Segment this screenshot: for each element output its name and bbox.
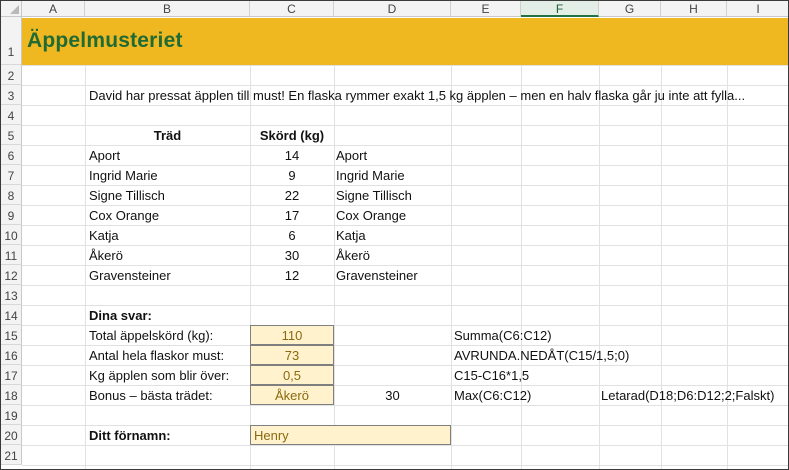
gridline bbox=[22, 65, 788, 66]
bottles-label[interactable]: Antal hela flaskor must: bbox=[89, 346, 224, 366]
tree-lookup-cell[interactable]: Ingrid Marie bbox=[336, 166, 405, 186]
column-header-c[interactable]: C bbox=[250, 1, 334, 17]
sheet-title[interactable]: Äppelmusteriet bbox=[27, 29, 183, 53]
tree-name-cell[interactable]: Åkerö bbox=[89, 246, 123, 266]
tree-yield-cell[interactable]: 12 bbox=[250, 266, 334, 286]
row-header-4[interactable]: 4 bbox=[1, 105, 22, 125]
first-name-label[interactable]: Ditt förnamn: bbox=[89, 426, 171, 446]
row-header-14[interactable]: 14 bbox=[1, 305, 22, 325]
leftover-formula-note[interactable]: C15-C16*1,5 bbox=[454, 366, 529, 386]
row-header-11[interactable]: 11 bbox=[1, 245, 22, 265]
row-header-6[interactable]: 6 bbox=[1, 145, 22, 165]
tree-name-cell[interactable]: Signe Tillisch bbox=[89, 186, 165, 206]
column-header-f[interactable]: F bbox=[521, 1, 599, 17]
row-header-15[interactable]: 15 bbox=[1, 325, 22, 345]
row-header-18[interactable]: 18 bbox=[1, 385, 22, 405]
row-header-8[interactable]: 8 bbox=[1, 185, 22, 205]
row-header-21[interactable]: 21 bbox=[1, 445, 22, 465]
total-label[interactable]: Total äppelskörd (kg): bbox=[89, 326, 213, 346]
intro-text[interactable]: David har pressat äpplen till must! En f… bbox=[89, 86, 787, 106]
bonus-max-cell[interactable]: 30 bbox=[334, 386, 451, 406]
tree-yield-cell[interactable]: 9 bbox=[250, 166, 334, 186]
row-header-3[interactable]: 3 bbox=[1, 85, 22, 105]
tree-lookup-cell[interactable]: Katja bbox=[336, 226, 366, 246]
row-header-5[interactable]: 5 bbox=[1, 125, 22, 145]
total-formula-note[interactable]: Summa(C6:C12) bbox=[454, 326, 552, 346]
spreadsheet-window: A B C D E F G H I Äppelmusteriet 1 2 3 4… bbox=[0, 0, 789, 470]
answers-heading[interactable]: Dina svar: bbox=[89, 306, 152, 326]
tree-name-cell[interactable]: Cox Orange bbox=[89, 206, 159, 226]
tree-name-cell[interactable]: Katja bbox=[89, 226, 119, 246]
column-header-d[interactable]: D bbox=[334, 1, 451, 17]
tree-yield-cell[interactable]: 22 bbox=[250, 186, 334, 206]
row-header-12[interactable]: 12 bbox=[1, 265, 22, 285]
tree-name-cell[interactable]: Gravensteiner bbox=[89, 266, 171, 286]
column-header-b[interactable]: B bbox=[85, 1, 250, 17]
bottles-formula-note[interactable]: AVRUNDA.NEDÅT(C15/1,5;0) bbox=[454, 346, 629, 366]
row-header-7[interactable]: 7 bbox=[1, 165, 22, 185]
bonus-lookup-formula-note[interactable]: Letarad(D18;D6:D12;2;Falskt) bbox=[601, 386, 787, 406]
tree-yield-cell[interactable]: 17 bbox=[250, 206, 334, 226]
select-all-corner[interactable] bbox=[1, 1, 22, 17]
gridline bbox=[22, 465, 788, 466]
row-header-17[interactable]: 17 bbox=[1, 365, 22, 385]
bottles-answer-input[interactable]: 73 bbox=[250, 345, 334, 365]
first-name-input[interactable]: Henry bbox=[250, 425, 451, 445]
row-header-20[interactable]: 20 bbox=[1, 425, 22, 445]
tree-lookup-cell[interactable]: Gravensteiner bbox=[336, 266, 418, 286]
tree-yield-cell[interactable]: 6 bbox=[250, 226, 334, 246]
bonus-answer-input[interactable]: Åkerö bbox=[250, 385, 334, 405]
total-answer-input[interactable]: 110 bbox=[250, 325, 334, 345]
row-header-2[interactable]: 2 bbox=[1, 65, 22, 85]
tree-yield-cell[interactable]: 14 bbox=[250, 146, 334, 166]
select-all-triangle bbox=[10, 5, 19, 14]
bonus-max-formula-note[interactable]: Max(C6:C12) bbox=[454, 386, 531, 406]
leftover-answer-input[interactable]: 0,5 bbox=[250, 365, 334, 385]
column-header-i[interactable]: I bbox=[727, 1, 788, 17]
row-header-9[interactable]: 9 bbox=[1, 205, 22, 225]
column-header-g[interactable]: G bbox=[599, 1, 661, 17]
table-header-yield[interactable]: Skörd (kg) bbox=[250, 126, 334, 146]
tree-name-cell[interactable]: Ingrid Marie bbox=[89, 166, 158, 186]
tree-lookup-cell[interactable]: Signe Tillisch bbox=[336, 186, 412, 206]
bonus-label[interactable]: Bonus – bästa trädet: bbox=[89, 386, 213, 406]
column-header-a[interactable]: A bbox=[22, 1, 85, 17]
tree-lookup-cell[interactable]: Cox Orange bbox=[336, 206, 406, 226]
row-header-19[interactable]: 19 bbox=[1, 405, 22, 425]
table-header-tree[interactable]: Träd bbox=[85, 126, 250, 146]
tree-name-cell[interactable]: Aport bbox=[89, 146, 120, 166]
row-header-1[interactable]: 1 bbox=[1, 17, 22, 65]
column-header-h[interactable]: H bbox=[661, 1, 727, 17]
tree-yield-cell[interactable]: 30 bbox=[250, 246, 334, 266]
tree-lookup-cell[interactable]: Åkerö bbox=[336, 246, 370, 266]
gridline bbox=[22, 245, 788, 246]
row-header-16[interactable]: 16 bbox=[1, 345, 22, 365]
row-header-13[interactable]: 13 bbox=[1, 285, 22, 305]
leftover-label[interactable]: Kg äpplen som blir över: bbox=[89, 366, 229, 386]
tree-lookup-cell[interactable]: Aport bbox=[336, 146, 367, 166]
row-header-10[interactable]: 10 bbox=[1, 225, 22, 245]
column-header-e[interactable]: E bbox=[451, 1, 521, 17]
